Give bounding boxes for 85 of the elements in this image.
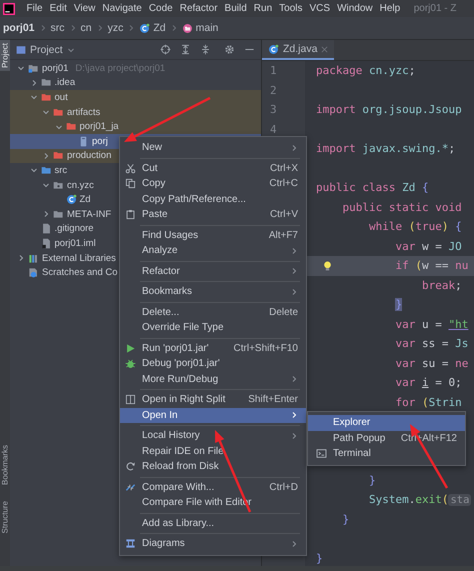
menu-item[interactable]: Local History [120,428,306,444]
menu-item[interactable]: Diagrams [120,536,306,552]
code-line: import javax.swing.*; [316,141,456,157]
breadcrumb[interactable]: porj01 [3,22,35,34]
menu-item[interactable]: Navigate [98,3,146,14]
code-line: var w = JO [395,238,462,254]
tree-item[interactable]: Scratches and Co [28,267,118,278]
menu-item[interactable]: More Run/Debug [120,372,306,387]
code-line: } [316,550,323,566]
code-line: package cn.yzc; [316,63,416,79]
menu-item[interactable]: New [120,140,306,156]
breadcrumb[interactable]: src [50,22,65,34]
tree-item[interactable]: out [40,92,68,103]
editor-tab[interactable]: Zd.java [262,40,334,60]
menu-item[interactable]: Code [145,3,176,14]
menu-item[interactable]: Delete... Delete [120,304,306,320]
menu-item[interactable]: Edit [46,3,70,14]
menu-item[interactable]: Help [376,3,404,14]
code-line: var su = ne [395,356,468,372]
code-line: if (w == nu [395,258,468,274]
breadcrumb[interactable]: cn [80,22,92,34]
menu-item[interactable]: Cut Ctrl+X [120,160,306,176]
code-line: import org.jsoup.Jsoup [316,102,462,118]
code-line: break; [422,278,462,294]
menu-item[interactable]: Refactor [120,264,306,279]
code-line: public static void [342,200,462,216]
tree-item[interactable]: Zd [66,194,91,206]
tool-window-button[interactable]: Bookmarks [0,442,10,488]
tree-item[interactable]: production [53,150,112,162]
code-line: public class Zd { [316,180,429,196]
code-line: } [342,512,350,528]
tree-item[interactable]: META-INF [53,208,112,220]
code-line: var u = "ht [395,316,468,332]
tree-item[interactable]: cn.yzc [53,180,94,191]
menu-item[interactable]: VCS [306,3,334,14]
menu-item[interactable]: Reload from Disk [120,459,306,474]
code-line: System.exit( sta [368,492,472,508]
menu-item[interactable]: Debug 'porj01.jar' [120,356,306,372]
menu-item[interactable]: Window [334,3,376,14]
menu-item[interactable]: Analyze [120,243,306,258]
menu-item[interactable]: Paste Ctrl+V [120,207,306,222]
tree-item[interactable]: .gitignore [40,223,94,234]
line-number: 1 [269,63,278,79]
tree-item[interactable]: .idea [40,77,76,88]
tree-item[interactable]: porj01.iml [40,238,96,249]
code-line: while (true) { [368,219,462,235]
breadcrumb[interactable]: yzc [108,22,124,34]
menu-item[interactable]: Tools [276,3,306,14]
line-number: 2 [269,82,278,98]
tree-item[interactable]: artifacts [53,106,100,118]
code-line: } [368,472,376,488]
menu-item[interactable]: Find Usages Alt+F7 [120,228,306,243]
menu-item[interactable]: View [70,3,99,14]
breadcrumb[interactable]: main [182,22,218,34]
tool-window-button[interactable]: Project [0,40,10,71]
menu-item[interactable]: Run [250,3,276,14]
window-title: porj01 - Z [414,3,457,14]
menu-item[interactable]: Copy Ctrl+C [120,176,306,192]
tree-item[interactable]: External Libraries [28,252,116,264]
menu-item[interactable]: Override File Type [120,320,306,336]
menu-item[interactable]: Build [221,3,250,14]
tool-window-button[interactable]: Structure [0,498,10,536]
menu-item[interactable]: Repair IDE on File [120,444,306,459]
menu-item[interactable]: Run 'porj01.jar' Ctrl+Shift+F10 [120,340,306,356]
code-line: for (Strin [395,394,462,410]
menu-item[interactable]: File [23,3,46,14]
line-number: 4 [269,122,278,138]
breadcrumb[interactable]: Zd [139,22,166,34]
menu-item[interactable]: Bookmarks [120,284,306,300]
menu-item[interactable]: Terminal [308,446,465,462]
tree-item[interactable]: porj01 [28,62,68,74]
menu-item[interactable]: Refactor [176,3,222,14]
tree-item[interactable]: porj [78,136,108,147]
code-line: var i = 0; [395,375,462,391]
menu-item[interactable]: Compare With... Ctrl+D [120,480,306,495]
line-number: 3 [269,102,278,118]
tree-item[interactable]: porj01_ja [66,121,119,132]
view-selector[interactable]: Project [16,44,75,56]
menu-item[interactable]: Open In [120,408,306,423]
menu-item[interactable]: Copy Path/Reference... [120,192,306,207]
code-line: var ss = Js [395,336,468,352]
menu-item[interactable]: Add as Library... [120,516,306,531]
menu-item[interactable]: Open in Right Split Shift+Enter [120,392,306,408]
tree-item[interactable]: src [40,164,68,176]
menu-item[interactable]: Explorer [308,415,465,430]
